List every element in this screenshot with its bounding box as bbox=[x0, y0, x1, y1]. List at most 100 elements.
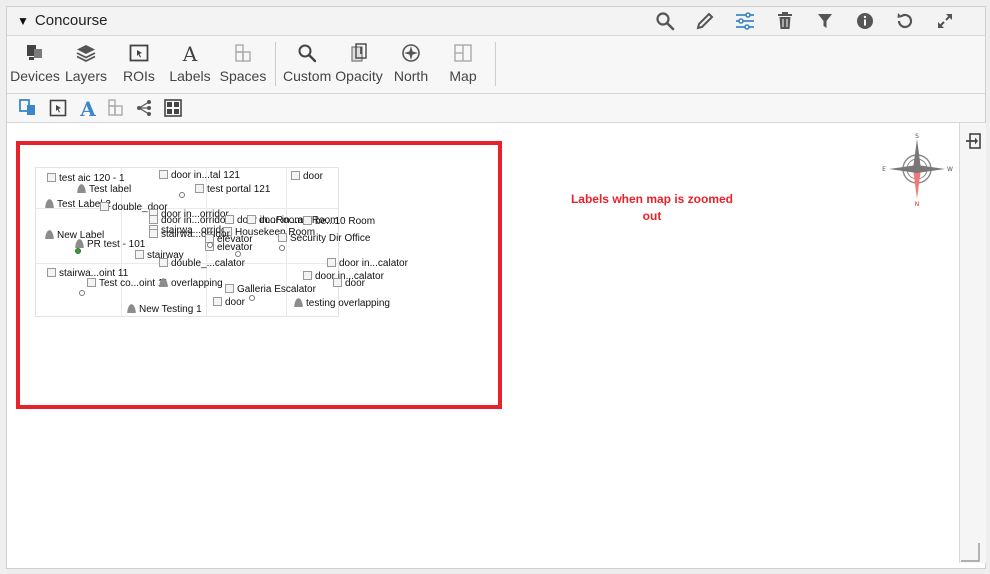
map-canvas[interactable]: test aic 120 - 1 door in...tal 121 door Tes… bbox=[7, 123, 957, 563]
map-label-text: test portal 121 bbox=[207, 184, 271, 195]
custom-search-icon bbox=[283, 42, 331, 64]
layers-label: Layers bbox=[64, 68, 108, 84]
map-label-text: door in...calator bbox=[339, 258, 408, 269]
share-icon[interactable] bbox=[133, 97, 155, 119]
person-marker-icon bbox=[75, 239, 84, 248]
text-label-icon[interactable]: A bbox=[77, 97, 99, 119]
labels-label: Labels bbox=[169, 68, 211, 84]
devices-icon bbox=[9, 42, 61, 64]
person-marker-icon bbox=[45, 230, 54, 239]
space-marker-icon bbox=[135, 250, 144, 259]
map-label[interactable]: door bbox=[333, 278, 365, 289]
map-label-text: New Testing 1 bbox=[139, 304, 202, 315]
refresh-icon[interactable] bbox=[885, 10, 925, 32]
person-marker-icon bbox=[294, 298, 303, 307]
space-marker-icon bbox=[213, 297, 222, 306]
svg-text:A: A bbox=[79, 98, 96, 118]
resize-handle-icon[interactable] bbox=[959, 541, 981, 563]
map-label[interactable]: door in...calator bbox=[327, 258, 408, 269]
layers-button[interactable]: Layers bbox=[63, 42, 109, 84]
device-marker[interactable] bbox=[279, 245, 285, 251]
concourse-panel: ▼ Concourse Devices Layers ROIs A Labels… bbox=[6, 6, 986, 569]
collapse-triangle-icon[interactable]: ▼ bbox=[17, 14, 29, 28]
map-label[interactable]: be...10 Room bbox=[303, 216, 375, 227]
rois-button[interactable]: ROIs bbox=[117, 42, 161, 84]
space-marker-icon bbox=[195, 184, 204, 193]
map-label[interactable]: Galleria Escalator bbox=[225, 284, 316, 295]
rois-icon bbox=[117, 42, 161, 64]
compass-e-letter: E bbox=[882, 166, 886, 173]
labels-button[interactable]: A Labels bbox=[167, 42, 213, 84]
filter-icon[interactable] bbox=[805, 10, 845, 32]
info-icon[interactable] bbox=[845, 10, 885, 32]
map-label-text: door bbox=[225, 297, 246, 308]
map-label-text: Test co...oint 11 bbox=[99, 278, 169, 289]
compass-icon[interactable]: S N E W bbox=[881, 131, 953, 207]
device-marker[interactable] bbox=[75, 248, 81, 254]
map-label-text: door bbox=[303, 171, 324, 182]
space-marker-icon bbox=[159, 170, 168, 179]
map-label[interactable]: test portal 121 bbox=[195, 184, 270, 195]
space-marker-icon bbox=[159, 258, 168, 267]
panel-title-toggle[interactable]: ▼ Concourse bbox=[17, 12, 107, 29]
map-label[interactable]: door bbox=[291, 171, 323, 182]
space-marker-icon bbox=[47, 268, 56, 277]
panel-title: Concourse bbox=[34, 12, 108, 29]
map-label[interactable]: testing overlapping bbox=[294, 298, 390, 309]
space-marker-icon bbox=[333, 278, 342, 287]
map-label[interactable]: overlapping bbox=[159, 278, 223, 289]
map-label-text: overlapping bbox=[171, 278, 223, 289]
map-label[interactable]: test aic 120 - 1 bbox=[47, 173, 125, 184]
person-marker-icon bbox=[159, 278, 168, 287]
map-button[interactable]: Map bbox=[443, 42, 483, 84]
space-marker-icon bbox=[303, 271, 312, 280]
opacity-label: Opacity bbox=[335, 68, 383, 84]
map-label[interactable]: door in...tal 121 bbox=[159, 170, 240, 181]
device-marker[interactable] bbox=[249, 295, 255, 301]
map-label[interactable]: Security Dir Office bbox=[278, 233, 370, 244]
map-label[interactable]: double_...calator bbox=[159, 258, 245, 269]
rois-label: ROIs bbox=[123, 68, 155, 84]
map-label[interactable]: Test co...oint 11 bbox=[87, 278, 168, 289]
opacity-button[interactable]: Opacity bbox=[335, 42, 383, 84]
device-marker[interactable] bbox=[207, 242, 213, 248]
map-label-text: test aic 120 - 1 bbox=[59, 173, 125, 184]
svg-text:A: A bbox=[182, 43, 198, 63]
edit-icon[interactable] bbox=[685, 10, 725, 32]
label-toolbar: A bbox=[7, 94, 985, 123]
space-marker-icon bbox=[225, 284, 234, 293]
panel-header: ▼ Concourse bbox=[7, 7, 985, 36]
space-marker-icon bbox=[149, 229, 158, 238]
header-actions bbox=[645, 10, 965, 32]
device-marker[interactable] bbox=[79, 290, 85, 296]
search-icon[interactable] bbox=[645, 10, 685, 32]
space-label-icon[interactable] bbox=[105, 97, 127, 119]
custom-button[interactable]: Custom bbox=[283, 42, 331, 84]
space-marker-icon bbox=[149, 215, 158, 224]
device-marker[interactable] bbox=[235, 251, 241, 257]
person-marker-icon bbox=[45, 199, 54, 208]
layers-icon bbox=[63, 42, 109, 64]
delete-icon[interactable] bbox=[765, 10, 805, 32]
expand-icon[interactable] bbox=[925, 10, 965, 32]
devices-button[interactable]: Devices bbox=[9, 42, 61, 84]
map-label[interactable]: New Testing 1 bbox=[127, 304, 202, 315]
grid-icon[interactable] bbox=[162, 97, 184, 119]
map-label-text: door bbox=[345, 278, 366, 289]
map-icon bbox=[443, 42, 483, 64]
device-label-icon[interactable] bbox=[17, 97, 39, 119]
right-sidebar bbox=[959, 123, 986, 563]
settings-sliders-icon[interactable] bbox=[725, 10, 765, 32]
map-label[interactable]: Test label bbox=[77, 184, 131, 195]
device-marker[interactable] bbox=[179, 192, 185, 198]
north-button[interactable]: North bbox=[389, 42, 433, 84]
spaces-button[interactable]: Spaces bbox=[219, 42, 267, 84]
map-label[interactable]: door bbox=[213, 297, 245, 308]
custom-label: Custom bbox=[283, 68, 332, 84]
spaces-label: Spaces bbox=[219, 68, 267, 84]
map-label-text: be...10 Room bbox=[315, 216, 376, 227]
map-label-text: double_...calator bbox=[171, 258, 245, 269]
map-label[interactable]: PR test - 101 bbox=[75, 239, 145, 250]
roi-label-icon[interactable] bbox=[47, 97, 69, 119]
panel-collapse-icon[interactable] bbox=[965, 133, 981, 149]
